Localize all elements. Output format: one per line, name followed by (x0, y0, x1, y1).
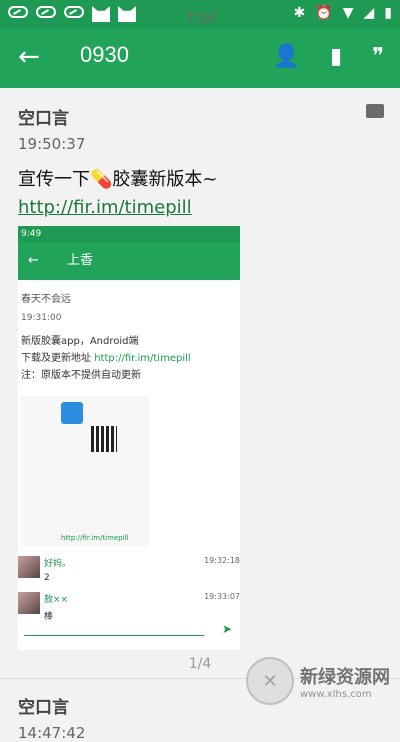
embedded-link: http://fir.im/timepill (94, 353, 191, 364)
embedded-image-caption: http://fir.im/timepill (61, 534, 129, 542)
feed: 空口言 19:50:37 宣传一下💊胶囊新版本~ http://fir.im/t… (0, 88, 400, 742)
signal-icon: ◢ (363, 5, 375, 21)
post-link[interactable]: http://fir.im/timepill (18, 197, 382, 218)
post: 空口言 19:50:37 宣传一下💊胶囊新版本~ http://fir.im/t… (0, 88, 400, 672)
embedded-text: 新版胶囊app，Android端 下载及更新地址 http://fir.im/t… (21, 333, 240, 384)
post-text: 宣传一下💊胶囊新版本~ (18, 169, 218, 190)
back-arrow-icon[interactable]: ← (18, 42, 40, 72)
embedded-back-icon: ← (28, 253, 39, 268)
book-icon[interactable]: ▮ (330, 44, 342, 69)
toolbar-actions: 👤 ▮ ❞ (273, 44, 384, 69)
embedded-line: 下载及更新地址 http://fir.im/timepill (21, 350, 240, 367)
watermark-text-block: 新绿资源网 www.xlhs.com (300, 663, 390, 700)
alarm-icon: ⏰ (315, 5, 333, 21)
watermark-logo-icon: ✕ (246, 657, 294, 705)
post-image[interactable]: 9:49 ← 上香 春天不会远 19:31:00 新版胶囊app，Android… (18, 226, 240, 650)
watermark: ✕ 新绿资源网 www.xlhs.com (246, 657, 390, 705)
cat-icon (118, 6, 136, 22)
person-icon[interactable]: 👤 (273, 44, 300, 69)
comment-text: 2 (44, 573, 50, 583)
quote-icon[interactable]: ❞ (372, 44, 384, 69)
toolbar-title: 0930 (80, 42, 129, 67)
embedded-comment: 敖×× 棒 19:33:07 (18, 592, 240, 622)
comment-icon[interactable] (366, 104, 384, 118)
watermark-text: 新绿资源网 (300, 666, 390, 688)
comment-name: 好妈。 (44, 559, 72, 569)
embedded-title: 上香 (67, 253, 94, 268)
capsule-icon (64, 6, 84, 18)
wifi-icon: ▼ (342, 5, 354, 21)
embedded-line: 新版胶囊app，Android端 (21, 336, 139, 347)
comment-name: 敖×× (44, 595, 69, 605)
embedded-toolbar: ← 上香 (18, 242, 240, 280)
send-icon: ➤ (221, 622, 232, 636)
battery-icon: ▮ (384, 5, 392, 21)
embedded-comment-input (24, 625, 204, 636)
capsule-icon (36, 6, 56, 18)
post-author[interactable]: 空口言 (18, 88, 382, 129)
embedded-line-prefix: 下载及更新地址 (21, 353, 95, 364)
capsule-logo-icon (61, 402, 83, 424)
avatar (18, 556, 40, 578)
embedded-time-stamp: 19:31:00 (21, 313, 62, 323)
watermark-sub: www.xlhs.com (300, 688, 372, 700)
comment-body: 敖×× 棒 (44, 592, 68, 622)
embedded-time: 9:49 (21, 229, 42, 239)
post-time: 19:50:37 (18, 135, 86, 153)
app-toolbar: ← 0930 👤 ▮ ❞ (0, 28, 400, 88)
system-icons: ✱ ⏰ ▼ ◢ ▮ (294, 5, 392, 21)
notification-icons (8, 6, 136, 22)
status-time: 7:54 (185, 10, 217, 27)
embedded-line: 注：原版本不提供自动更新 (21, 370, 141, 381)
embedded-status-bar: 9:49 (18, 226, 240, 242)
comment-time: 19:33:07 (204, 592, 240, 601)
post-time: 14:47:42 (18, 724, 86, 742)
avatar (18, 592, 40, 614)
comment-text: 棒 (44, 612, 54, 622)
comment-body: 好妈。 2 (44, 556, 71, 583)
capsule-icon (8, 6, 28, 18)
bluetooth-icon: ✱ (293, 5, 306, 21)
qr-code-icon (91, 426, 117, 452)
embedded-qr-image: http://fir.im/timepill (21, 396, 149, 546)
status-bar: 7:54 ✱ ⏰ ▼ ◢ ▮ (0, 0, 400, 28)
embedded-comment: 好妈。 2 19:32:18 (18, 556, 240, 583)
cat-icon (92, 6, 110, 22)
embedded-author: 春天不会远 (21, 294, 71, 305)
comment-time: 19:32:18 (204, 556, 240, 565)
